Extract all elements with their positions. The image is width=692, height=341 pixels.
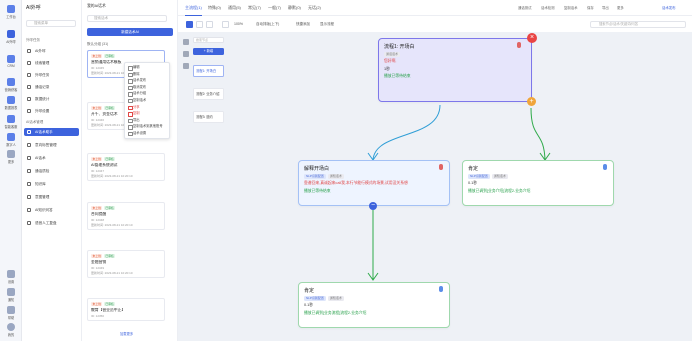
close-node-icon[interactable]: × <box>527 33 537 43</box>
voice-icon[interactable] <box>439 164 443 170</box>
voice-icon[interactable] <box>517 42 521 48</box>
voice-icon[interactable] <box>603 164 607 170</box>
flow-node-confirm[interactable]: 肯定 NLP识别配置 通知话术 0.1秒 播放已调到[业务介绍]流程2-业务介绍 <box>462 160 614 206</box>
add-branch-icon[interactable]: + <box>527 97 536 106</box>
voice-icon[interactable] <box>439 286 443 292</box>
flow-node-start[interactable]: 流程1: 开场白 通话话术 您好啊, 1秒 播放已等待结束 × + <box>378 33 537 106</box>
flow-node-deny[interactable]: 肯定 NLP识别配置 通知话术 0.1秒 播放已调到[业务流程]流程2-业务介绍 <box>298 282 450 328</box>
edge-start-to-confirm <box>530 107 546 161</box>
flow-node-explain[interactable]: 解释开场白 NLP识别配置 通知话术 靠谱回来,真诚起来call我,本行节能行模式… <box>298 160 450 210</box>
edge-start-to-explain <box>372 104 441 161</box>
collapse-icon[interactable]: − <box>369 202 377 210</box>
